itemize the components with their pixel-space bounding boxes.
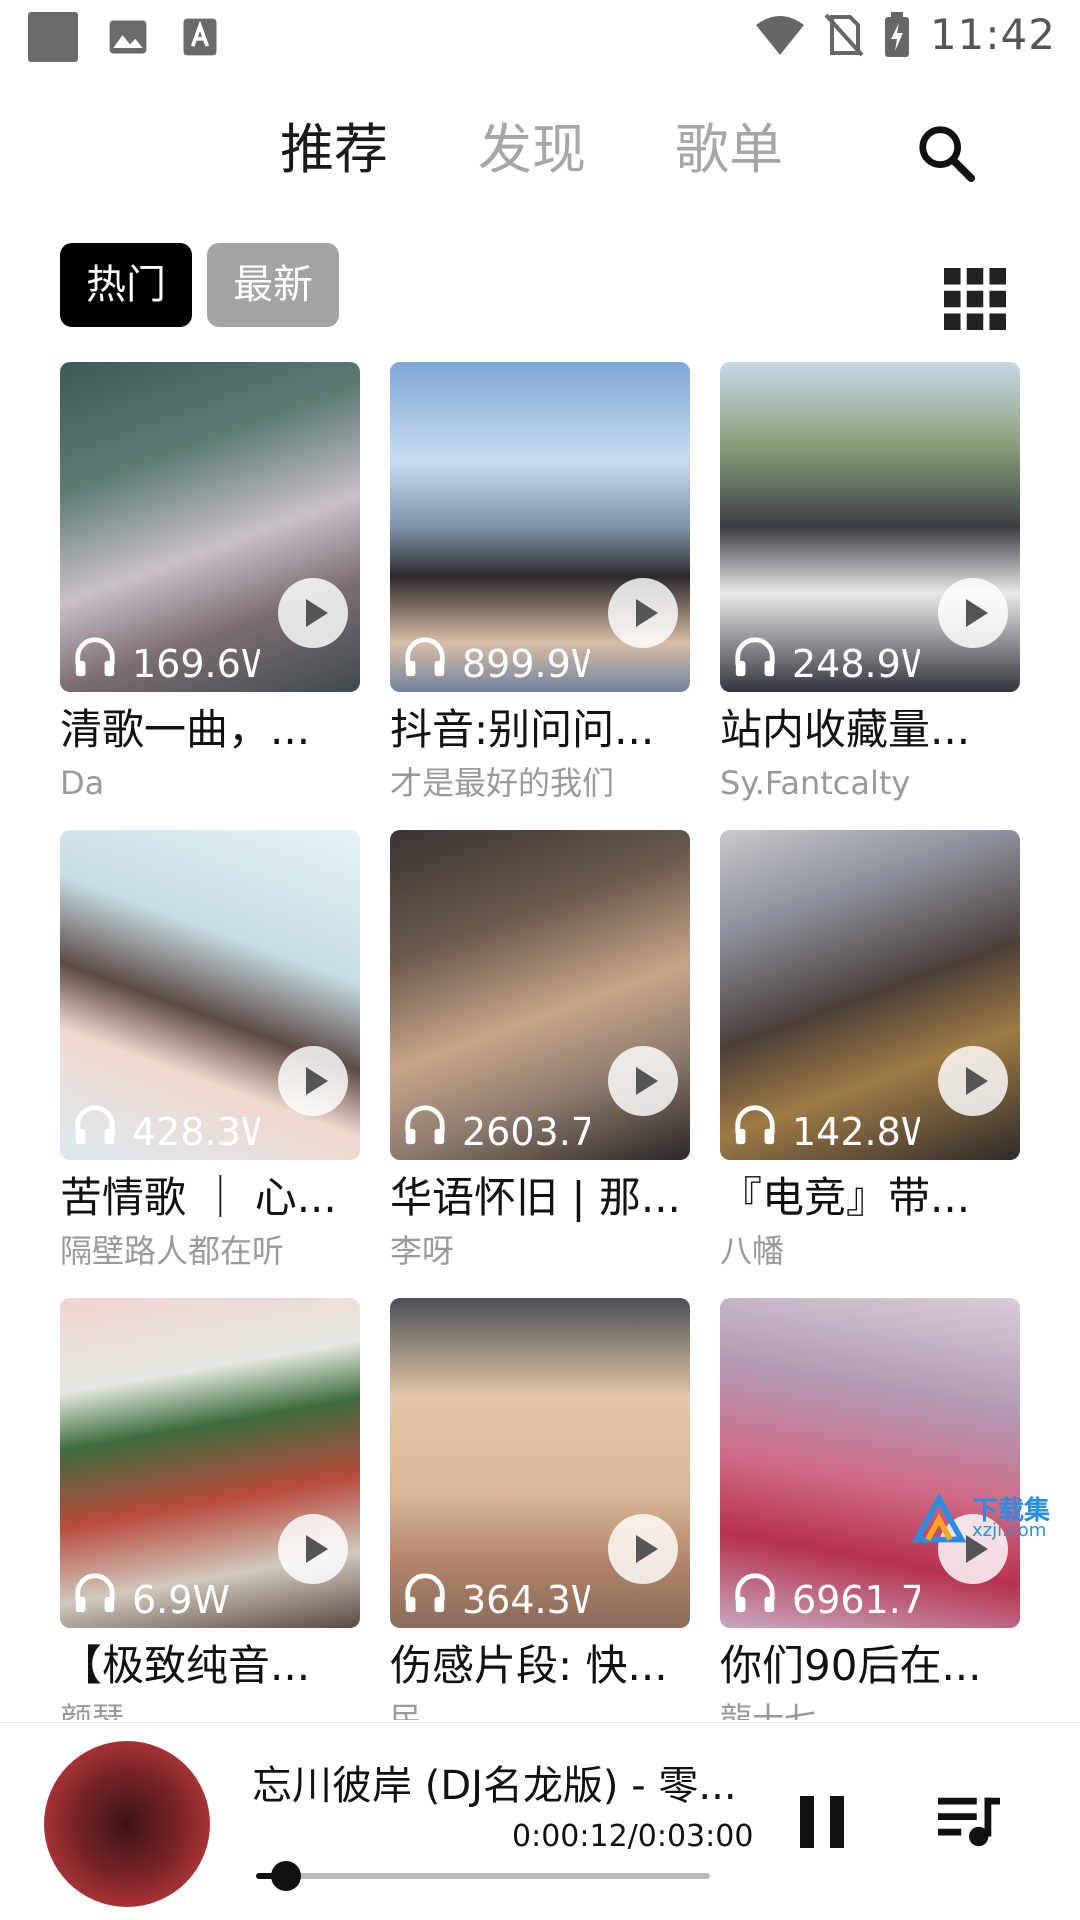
playlist-grid: 169.6W 清歌一曲，... Da 899.9W 抖音:别问问... 才是最好… (0, 0, 1080, 1720)
pause-bar-left (800, 1796, 814, 1848)
playlist-cover[interactable]: 899.9W (390, 362, 690, 692)
play-count: 6961.7 (792, 1578, 920, 1622)
headphones-icon (75, 1105, 115, 1145)
playlist-cover[interactable]: 6961.7 (720, 1298, 1020, 1628)
app-screen: 11:42 推荐 发现 歌单 热门 最新 169.6W 清歌一曲，... Da (0, 0, 1080, 1920)
play-count: 248.9W (792, 642, 920, 686)
play-icon[interactable] (938, 1046, 1008, 1116)
playlist-title: 站内收藏量... (720, 705, 971, 754)
playlist-card[interactable]: 169.6W 清歌一曲，... Da (60, 362, 360, 806)
playlist-card[interactable]: 428.3W 苦情歌 ｜ 心... 隔壁路人都在听 (60, 830, 360, 1274)
watermark: 下载集 xzji.com (911, 1490, 1052, 1550)
playlist-cover[interactable]: 142.8W (720, 830, 1020, 1160)
pause-bar-right (830, 1796, 844, 1848)
play-icon[interactable] (608, 1514, 678, 1584)
playlist-card[interactable]: 248.9W 站内收藏量... Sy.Fantcalty (720, 362, 1020, 806)
progress-knob[interactable] (271, 1861, 302, 1891)
headphones-icon (735, 1105, 775, 1145)
playlist-title: 『电竞』带... (720, 1173, 971, 1222)
playlist-title: 【极致纯音... (60, 1641, 311, 1690)
play-count: 428.3W (132, 1110, 260, 1154)
playlist-title: 清歌一曲，... (60, 705, 311, 754)
play-count: 169.6W (132, 642, 260, 686)
headphones-icon (735, 1573, 775, 1613)
playlist-author: Sy.Fantcalty (720, 764, 911, 802)
playlist-author: 民 (390, 1700, 423, 1720)
play-count: 2603.7 (462, 1110, 590, 1154)
progress-bar[interactable] (256, 1861, 710, 1891)
watermark-logo-icon (911, 1493, 967, 1543)
mini-player[interactable]: 忘川彼岸 (DJ名龙版) - 零... 0:00:12/0:03:00 (0, 1722, 1080, 1920)
play-icon[interactable] (938, 578, 1008, 648)
playback-time: 0:00:12/0:03:00 (512, 1819, 754, 1854)
playlist-title: 苦情歌 ｜ 心... (60, 1173, 337, 1222)
play-icon[interactable] (278, 578, 348, 648)
headphones-icon (75, 637, 115, 677)
playlist-cover[interactable]: 428.3W (60, 830, 360, 1160)
playlist-queue-icon[interactable] (938, 1793, 1000, 1849)
play-count: 6.9W (132, 1578, 231, 1622)
play-count: 142.8W (792, 1110, 920, 1154)
play-icon[interactable] (608, 1046, 678, 1116)
play-count: 364.3W (462, 1578, 590, 1622)
playlist-card[interactable]: 899.9W 抖音:别问问... 才是最好的我们 (390, 362, 690, 806)
play-icon[interactable] (278, 1514, 348, 1584)
headphones-icon (75, 1573, 115, 1613)
playlist-cover[interactable]: 2603.7 (390, 830, 690, 1160)
playlist-title: 伤感片段: 快... (390, 1641, 668, 1690)
album-art-disc[interactable] (44, 1741, 210, 1907)
playlist-cover[interactable]: 169.6W (60, 362, 360, 692)
headphones-icon (405, 637, 445, 677)
playlist-card[interactable]: 6.9W 【极致纯音... 颜瑟 (60, 1298, 360, 1720)
pause-button[interactable] (800, 1796, 844, 1848)
playlist-title: 抖音:别问问... (390, 705, 655, 754)
watermark-url: xzji.com (972, 1520, 1047, 1541)
playlist-card[interactable]: 364.3W 伤感片段: 快... 民 (390, 1298, 690, 1720)
playlist-author: 隔壁路人都在听 (60, 1232, 285, 1270)
playlist-author: 八幡 (720, 1232, 785, 1270)
playlist-author: 龍十七 (720, 1700, 817, 1720)
headphones-icon (405, 1573, 445, 1613)
playlist-author: 才是最好的我们 (390, 764, 615, 802)
playlist-title: 你们90后在... (720, 1641, 982, 1690)
playlist-author: 颜瑟 (60, 1700, 125, 1720)
playlist-author: 李呀 (390, 1232, 455, 1270)
playlist-card[interactable]: 2603.7 华语怀旧 | 那... 李呀 (390, 830, 690, 1274)
play-icon[interactable] (608, 578, 678, 648)
play-count: 899.9W (462, 642, 590, 686)
now-playing-title[interactable]: 忘川彼岸 (DJ名龙版) - 零... (252, 1753, 737, 1811)
playlist-card[interactable]: 142.8W 『电竞』带... 八幡 (720, 830, 1020, 1274)
playlist-cover[interactable]: 6.9W (60, 1298, 360, 1628)
playlist-author: Da (60, 764, 105, 802)
playlist-title: 华语怀旧 | 那... (390, 1173, 681, 1222)
headphones-icon (405, 1105, 445, 1145)
play-icon[interactable] (278, 1046, 348, 1116)
playlist-cover[interactable]: 364.3W (390, 1298, 690, 1628)
playlist-cover[interactable]: 248.9W (720, 362, 1020, 692)
headphones-icon (735, 637, 775, 677)
